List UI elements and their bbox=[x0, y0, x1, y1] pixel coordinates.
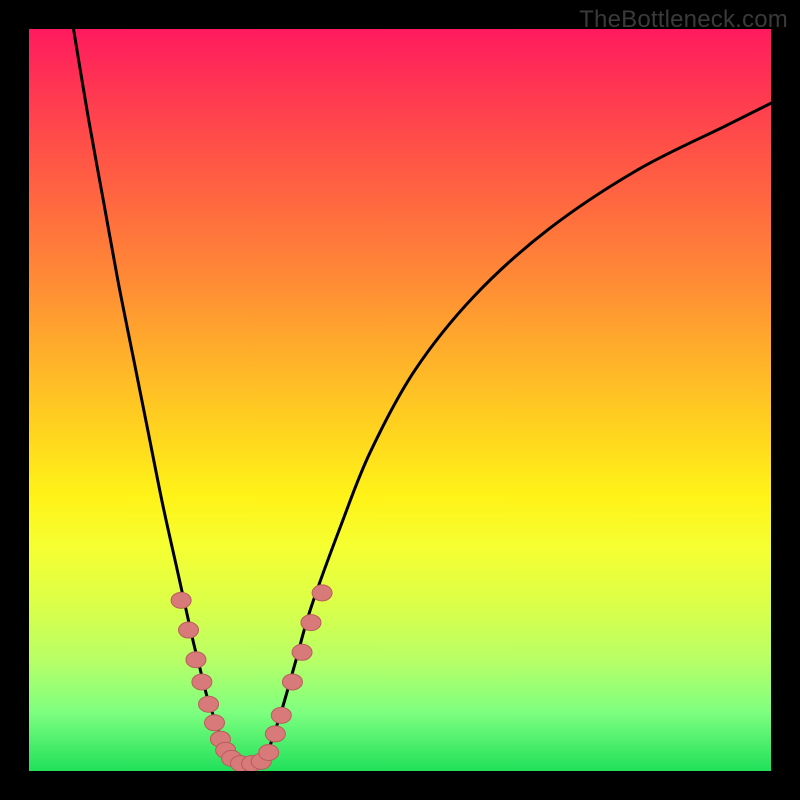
watermark-text: TheBottleneck.com bbox=[579, 6, 788, 34]
chart-frame: TheBottleneck.com bbox=[0, 0, 800, 800]
plot-area bbox=[29, 29, 771, 771]
